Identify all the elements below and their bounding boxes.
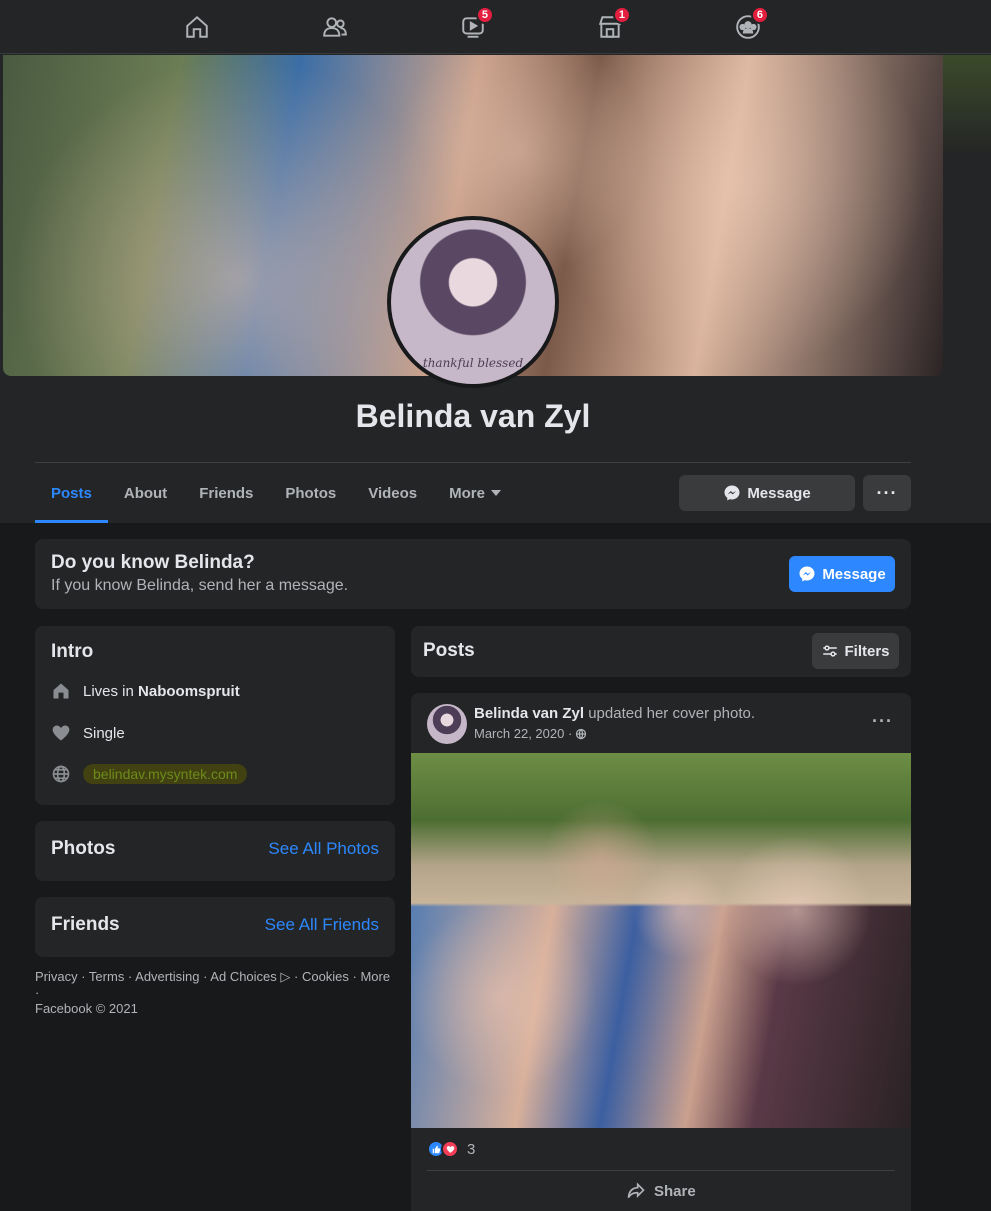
share-label: Share — [654, 1182, 696, 1200]
footer-line-1[interactable]: Privacy · Terms · Advertising · Ad Choic… — [35, 969, 395, 1001]
tab-posts[interactable]: Posts — [35, 463, 108, 523]
tab-about[interactable]: About — [108, 463, 183, 523]
sliders-icon — [823, 645, 838, 657]
globe-icon — [52, 765, 70, 783]
globe-icon — [576, 728, 587, 739]
photos-card: Photos See All Photos — [35, 821, 395, 881]
intro-relationship: Single — [51, 723, 125, 743]
footer-line-2: Facebook © 2021 — [35, 1001, 138, 1016]
tab-more[interactable]: More — [433, 463, 517, 523]
see-all-friends-link[interactable]: See All Friends — [265, 915, 379, 935]
post-date[interactable]: March 22, 2020 · — [474, 726, 572, 741]
groups-badge: 6 — [750, 6, 769, 24]
message-button-label: Message — [747, 484, 811, 502]
intro-lives-in: Lives in Naboomspruit — [51, 681, 240, 701]
intro-card: Intro Lives in Naboomspruit Single belin… — [35, 626, 395, 805]
intro-website: belindav.mysyntek.com — [51, 764, 248, 784]
tab-photos[interactable]: Photos — [269, 463, 352, 523]
post-header-text: Belinda van Zyl updated her cover photo. — [474, 705, 755, 722]
do-you-know-subtitle: If you know Belinda, send her a message. — [51, 577, 349, 594]
post-divider — [427, 1170, 895, 1171]
top-navigation: 5 1 6 — [0, 0, 991, 54]
more-options-button[interactable]: ··· — [863, 475, 911, 511]
posts-header-card: Posts Filters — [411, 626, 911, 677]
share-button[interactable]: Share — [626, 1181, 696, 1201]
post-author-name[interactable]: Belinda van Zyl — [474, 705, 584, 722]
share-icon — [627, 1182, 645, 1199]
website-link[interactable]: belindav.mysyntek.com — [83, 764, 248, 784]
relationship-status: Single — [83, 724, 125, 742]
footer-links: Privacy · Terms · Advertising · Ad Choic… — [35, 969, 395, 1017]
groups-icon[interactable]: 6 — [733, 6, 769, 42]
home-icon[interactable] — [182, 12, 212, 42]
post-photo[interactable] — [411, 753, 911, 1128]
filters-button[interactable]: Filters — [812, 633, 899, 669]
lives-in-place[interactable]: Naboomspruit — [138, 683, 240, 700]
filters-label: Filters — [844, 642, 890, 660]
marketplace-badge: 1 — [612, 6, 631, 24]
tab-videos[interactable]: Videos — [352, 463, 433, 523]
love-reaction-icon — [441, 1140, 459, 1158]
send-message-label: Message — [822, 565, 886, 583]
cover-photo-edge — [943, 55, 991, 155]
messenger-icon — [724, 485, 740, 501]
friends-icon[interactable] — [320, 12, 350, 42]
marketplace-icon[interactable]: 1 — [595, 6, 631, 42]
watch-badge: 5 — [475, 6, 494, 24]
intro-title: Intro — [51, 641, 94, 662]
profile-picture-signature: thankful blessed — [422, 356, 524, 370]
tab-friends[interactable]: Friends — [183, 463, 269, 523]
do-you-know-card: Do you know Belinda? If you know Belinda… — [35, 539, 911, 609]
home-icon — [53, 683, 69, 699]
photos-title: Photos — [51, 838, 116, 859]
reaction-count: 3 — [467, 1140, 476, 1158]
see-all-photos-link[interactable]: See All Photos — [268, 839, 379, 859]
watch-icon[interactable]: 5 — [458, 6, 494, 42]
send-message-button[interactable]: Message — [789, 556, 895, 592]
friends-card: Friends See All Friends — [35, 897, 395, 957]
do-you-know-title: Do you know Belinda? — [51, 552, 255, 573]
post-options-button[interactable]: ··· — [872, 711, 893, 732]
tab-more-label: More — [449, 484, 485, 502]
post-card: Belinda van Zyl updated her cover photo.… — [411, 693, 911, 1211]
post-author-avatar[interactable] — [427, 704, 467, 744]
profile-picture[interactable]: thankful blessed — [387, 216, 559, 388]
post-action-text: updated her cover photo. — [584, 705, 756, 722]
profile-tabs: Posts About Friends Photos Videos More — [35, 463, 517, 523]
messenger-icon — [799, 566, 815, 582]
caret-down-icon — [490, 490, 501, 496]
post-reactions[interactable]: 3 — [427, 1140, 475, 1158]
lives-in-prefix: Lives in — [83, 682, 139, 700]
message-button[interactable]: Message — [679, 475, 855, 511]
posts-title: Posts — [423, 640, 475, 661]
profile-name: Belinda van Zyl — [355, 398, 591, 434]
heart-icon — [52, 725, 70, 741]
post-meta: March 22, 2020 · — [474, 726, 587, 741]
friends-title: Friends — [51, 914, 120, 935]
